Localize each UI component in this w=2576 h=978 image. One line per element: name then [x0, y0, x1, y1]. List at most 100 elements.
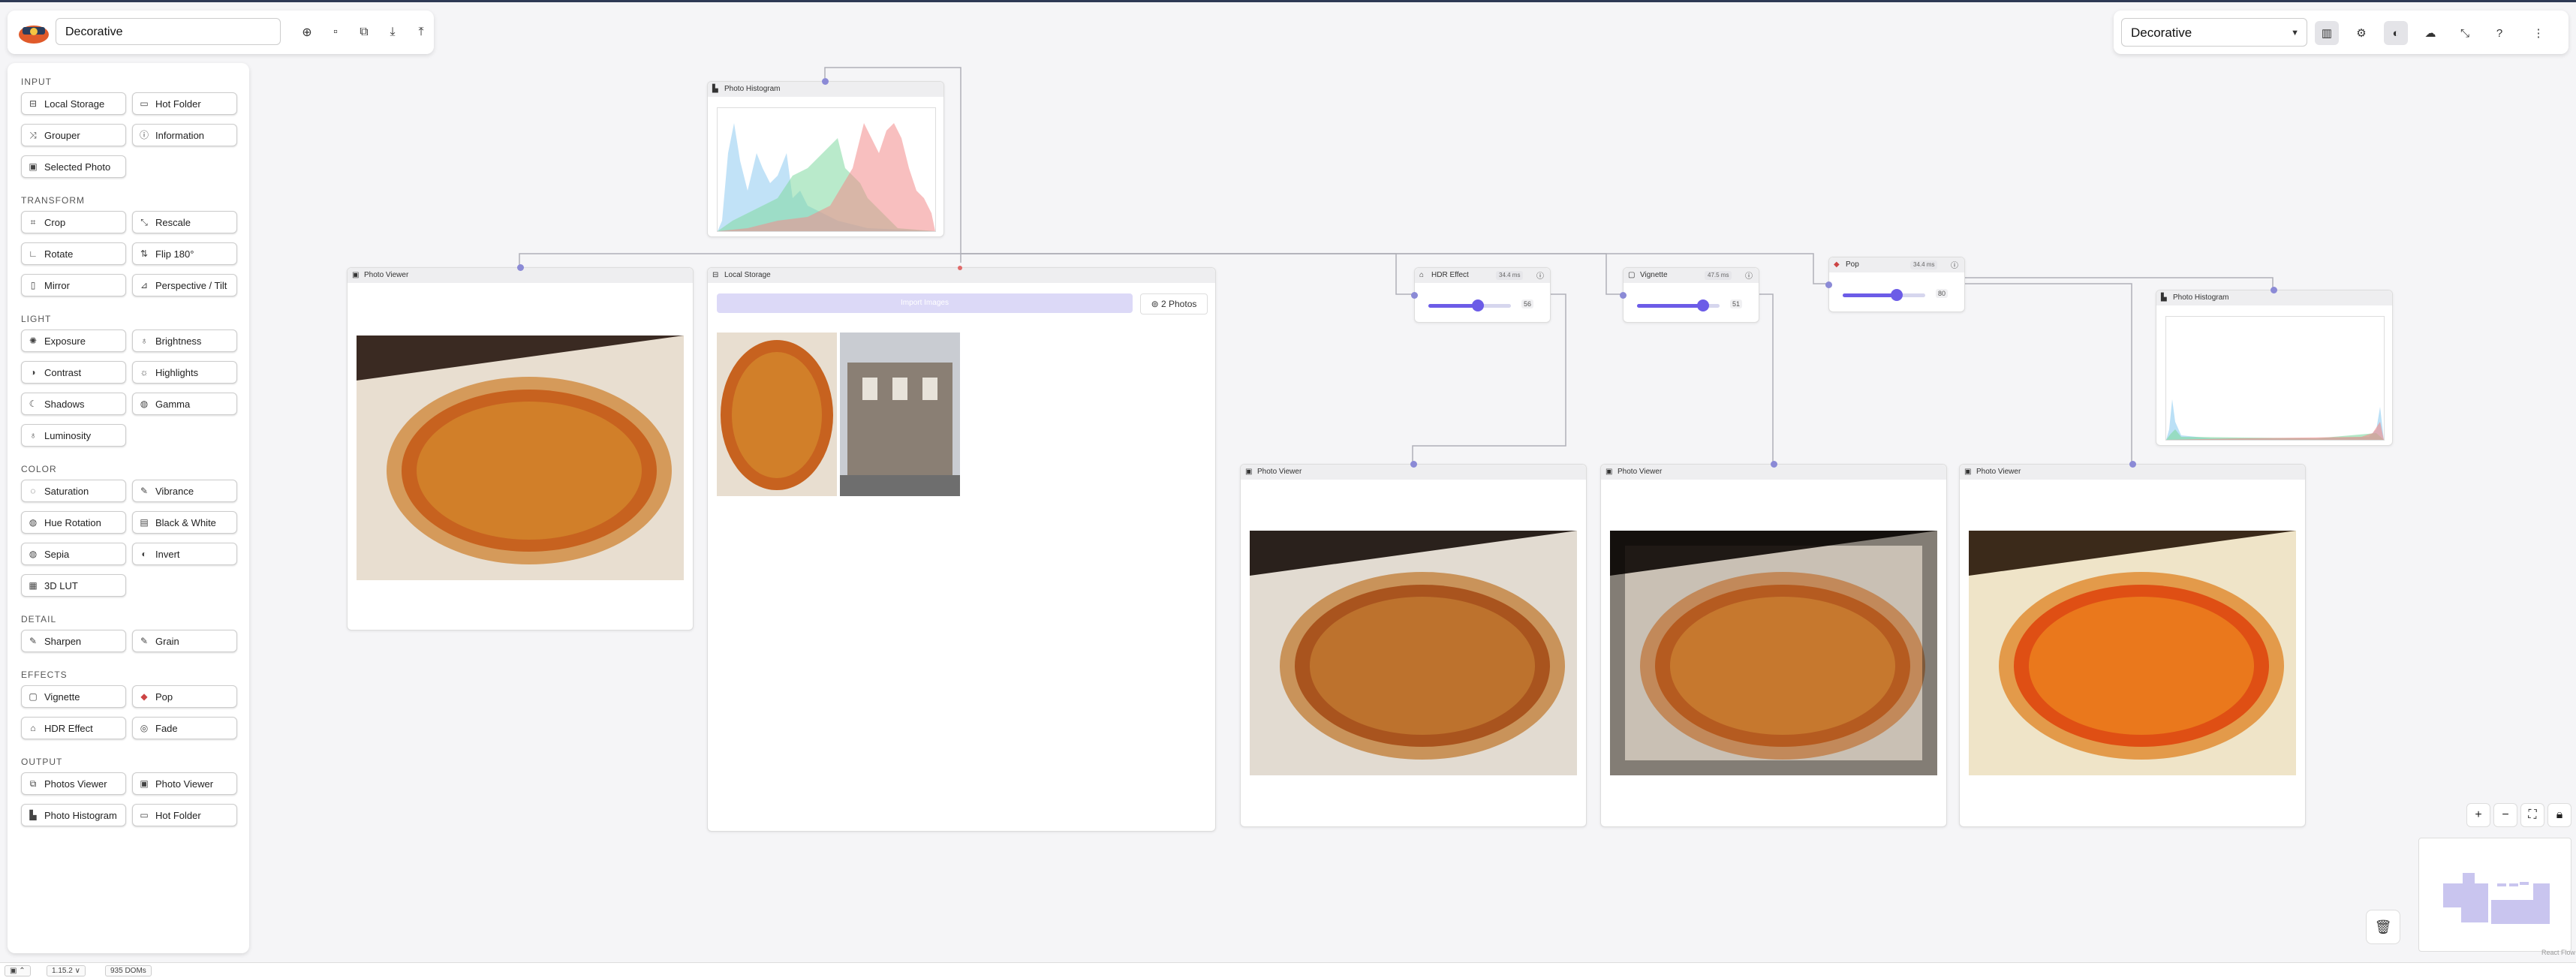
zoom-in-icon[interactable]: +	[2466, 803, 2490, 827]
palette-3d-lut[interactable]: ▦ 3D LUT	[21, 574, 126, 597]
hdr-slider[interactable]	[1428, 299, 1511, 311]
slider-knob[interactable]	[1890, 289, 1903, 301]
download-icon[interactable]: ⤓	[381, 21, 404, 44]
info-icon[interactable]: ⓘ	[1951, 259, 1958, 270]
hdr-effect-node[interactable]: ⌂ HDR Effect 34.4 ms ⓘ 56	[1411, 267, 1551, 323]
save-icon[interactable]: ▫	[324, 21, 347, 44]
fit-view-icon[interactable]: ⛶	[2520, 803, 2544, 827]
template-select[interactable]: Decorative ▼	[2121, 18, 2307, 47]
palette-luminosity[interactable]: ♁ Luminosity	[21, 424, 126, 447]
input-handle[interactable]	[1410, 461, 1417, 468]
palette-perspective[interactable]: ⊿ Perspective / Tilt	[132, 274, 237, 296]
react-flow-attribution[interactable]: React Flow	[2541, 949, 2575, 956]
photo-viewer-node-2[interactable]: ▣ Photo Viewer	[1600, 461, 1947, 827]
zoom-out-icon[interactable]: −	[2493, 803, 2517, 827]
palette-photo-viewer[interactable]: ▣ Photo Viewer	[132, 772, 237, 795]
info-icon[interactable]: ⓘ	[1536, 269, 1544, 281]
palette-flip[interactable]: ⇅ Flip 180°	[132, 242, 237, 265]
palette-icon: ◍	[29, 517, 38, 528]
palette-label: Sepia	[44, 548, 70, 560]
theme-icon[interactable]: ◐	[2384, 21, 2408, 45]
project-name-input[interactable]: Decorative	[56, 18, 281, 45]
settings-icon[interactable]: ⚙	[2349, 21, 2373, 45]
input-handle[interactable]	[1771, 461, 1777, 468]
palette-photo-histogram[interactable]: ▙ Photo Histogram	[21, 804, 126, 826]
collapse-icon[interactable]: ⤡	[2453, 21, 2477, 45]
slider-knob[interactable]	[1472, 299, 1484, 311]
invert-icon: ◐	[141, 549, 147, 559]
palette-exposure[interactable]: ✺ Exposure	[21, 330, 126, 352]
photo-viewer-node-left[interactable]: ▣ Photo Viewer	[347, 264, 694, 630]
crop-icon: ⌗	[30, 217, 36, 227]
palette-hot-folder[interactable]: ▭ Hot Folder	[132, 92, 237, 115]
palette-selected-photo[interactable]: ▣ Selected Photo	[21, 155, 126, 178]
palette-information[interactable]: ⓘ Information	[132, 124, 237, 146]
photo-viewer-node-3[interactable]: ▣ Photo Viewer	[1959, 461, 2306, 827]
input-handle[interactable]	[1620, 292, 1627, 299]
photo-viewer-node-1[interactable]: ▣ Photo Viewer	[1240, 461, 1587, 827]
palette-sepia[interactable]: ◍ Sepia	[21, 543, 126, 565]
palette-photos-viewer[interactable]: ⧉ Photos Viewer	[21, 772, 126, 795]
input-handle[interactable]	[2129, 461, 2136, 468]
palette-grouper[interactable]: ⤨ Grouper	[21, 124, 126, 146]
version-badge[interactable]: 1.15.2 ∨	[47, 965, 86, 976]
section-title-detail: DETAIL	[21, 614, 57, 624]
palette-pop[interactable]: ◆ Pop	[132, 685, 237, 708]
palette-hue-rotation[interactable]: ◍ Hue Rotation	[21, 511, 126, 534]
palette-rescale[interactable]: ⤡ Rescale	[132, 211, 237, 233]
palette-sharpen[interactable]: ✎ Sharpen	[21, 630, 126, 652]
output-handle[interactable]	[958, 266, 962, 270]
histogram-node-top[interactable]: ▙ Photo Histogram	[707, 78, 944, 237]
palette-highlights[interactable]: ☼ Highlights	[132, 361, 237, 384]
palette-gamma[interactable]: ◍ Gamma	[132, 393, 237, 415]
palette-rotate[interactable]: ∟ Rotate	[21, 242, 126, 265]
panel-toggle-icon[interactable]: ▣ ⌃	[5, 965, 31, 976]
add-icon[interactable]: ⊕	[296, 21, 318, 44]
palette-grain[interactable]: ✎ Grain	[132, 630, 237, 652]
palette-hdr-effect[interactable]: ⌂ HDR Effect	[21, 717, 126, 739]
input-handle[interactable]	[1411, 292, 1418, 299]
input-handle[interactable]	[2271, 287, 2277, 293]
thumbnail-pizza[interactable]	[717, 333, 837, 496]
trash-icon[interactable]: 🗑︎	[2366, 910, 2400, 944]
input-handle[interactable]	[1825, 281, 1832, 288]
palette-black-white[interactable]: ▤ Black & White	[132, 511, 237, 534]
palette-vignette[interactable]: ▢ Vignette	[21, 685, 126, 708]
palette-vibrance[interactable]: ✎ Vibrance	[132, 480, 237, 502]
palette-saturation[interactable]: ◌ Saturation	[21, 480, 126, 502]
palette-label: Hue Rotation	[44, 516, 101, 528]
minimap[interactable]	[2418, 838, 2571, 952]
upload-icon[interactable]: ⤒	[410, 21, 432, 44]
palette-mirror[interactable]: ▯ Mirror	[21, 274, 126, 296]
import-images-button[interactable]: Import Images	[717, 293, 1133, 313]
input-handle[interactable]	[822, 78, 829, 85]
duplicate-icon[interactable]: ⧉	[353, 21, 375, 44]
slider-knob[interactable]	[1697, 299, 1709, 311]
palette-label: Gamma	[155, 398, 191, 410]
flow-canvas[interactable]: ▙ Photo Histogram ▣ Photo Viewer ⊟ Local…	[0, 0, 2576, 977]
more-icon[interactable]: ⋮	[2526, 21, 2550, 45]
info-icon[interactable]: ⓘ	[1745, 269, 1753, 281]
palette-local-storage[interactable]: ⊟ Local Storage	[21, 92, 126, 115]
palette-crop[interactable]: ⌗ Crop	[21, 211, 126, 233]
cloud-icon[interactable]: ☁	[2418, 21, 2442, 45]
histogram-node-right[interactable]: ▙ Photo Histogram	[2156, 287, 2393, 446]
input-handle[interactable]	[517, 264, 524, 271]
vignette-slider[interactable]	[1637, 299, 1720, 311]
palette-invert[interactable]: ◐ Invert	[132, 543, 237, 565]
palette-fade[interactable]: ◎ Fade	[132, 717, 237, 739]
lock-icon[interactable]: 🔒︎	[2547, 803, 2571, 827]
palette-hot-folder-output[interactable]: ▭ Hot Folder	[132, 804, 237, 826]
help-icon[interactable]: ?	[2487, 21, 2511, 45]
palette-contrast[interactable]: ◑ Contrast	[21, 361, 126, 384]
sun-icon: ✺	[29, 336, 38, 346]
pop-slider[interactable]	[1843, 289, 1925, 301]
thumbnail-street[interactable]	[840, 333, 960, 496]
palette-shadows[interactable]: ☾ Shadows	[21, 393, 126, 415]
local-storage-node[interactable]: ⊟ Local Storage Import Images ⊚ 2 Photos	[707, 266, 1216, 832]
layout-icon[interactable]: ▥	[2315, 21, 2339, 45]
gem-icon: ◆	[1834, 260, 1840, 269]
pop-node[interactable]: ◆ Pop 34.4 ms ⓘ 80	[1825, 257, 1965, 312]
palette-brightness[interactable]: ♁ Brightness	[132, 330, 237, 352]
vignette-node[interactable]: ▢ Vignette 47.5 ms ⓘ 51	[1620, 267, 1759, 323]
